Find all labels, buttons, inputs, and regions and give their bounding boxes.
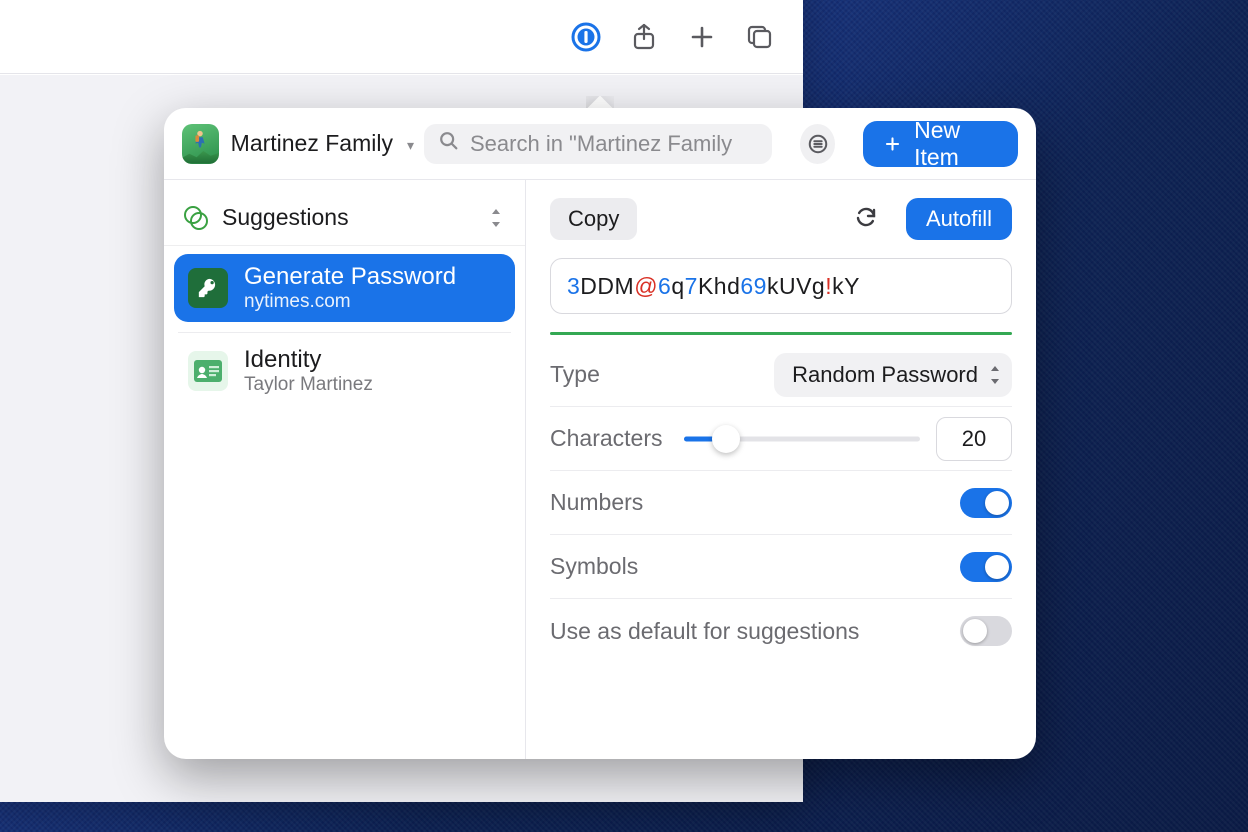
regenerate-button[interactable] [854,205,878,234]
setting-type: Type Random Password [550,343,1012,407]
tabs-overview-icon[interactable] [745,22,775,52]
setting-symbols: Symbols [550,535,1012,599]
new-item-label: New Item [914,117,998,171]
popup-header: Martinez Family ▾ Search in "Martinez Fa… [164,108,1036,180]
list-separator [178,332,511,333]
list-item-identity[interactable]: Identity Taylor Martinez [174,337,515,405]
numbers-toggle[interactable] [960,488,1012,518]
categories-button[interactable] [800,124,835,164]
numbers-label: Numbers [550,489,960,516]
browser-toolbar [0,0,803,74]
search-input[interactable]: Search in "Martinez Family [424,124,772,164]
new-item-button[interactable]: New Item [863,121,1018,167]
type-label: Type [550,361,774,388]
list-item-generate-password[interactable]: Generate Password nytimes.com [174,254,515,322]
toolbar-divider [0,73,803,74]
identity-icon [188,351,228,391]
chevron-down-icon: ▾ [407,137,414,154]
setting-default: Use as default for suggestions [550,599,1012,663]
default-toggle[interactable] [960,616,1012,646]
setting-numbers: Numbers [550,471,1012,535]
copy-button[interactable]: Copy [550,198,637,240]
characters-slider[interactable] [684,429,920,449]
characters-count[interactable]: 20 [936,417,1012,461]
password-actions: Copy Autofill [550,198,1012,240]
share-icon[interactable] [629,22,659,52]
search-placeholder: Search in "Martinez Family [470,131,732,157]
onepassword-popup: Martinez Family ▾ Search in "Martinez Fa… [164,108,1036,759]
copy-label: Copy [568,206,619,232]
vault-name: Martinez Family [231,130,393,157]
password-type-select[interactable]: Random Password [774,353,1012,397]
updown-icon [988,366,1002,384]
suggestions-toggle[interactable]: Suggestions [164,190,525,246]
left-column: Suggestions Generate Password nytimes.co… [164,180,526,759]
suggestions-label: Suggestions [222,204,349,231]
characters-label: Characters [550,425,684,452]
key-icon [188,268,228,308]
setting-characters: Characters 20 [550,407,1012,471]
generated-password[interactable]: 3DDM@6q7Khd69kUVg!kY [550,258,1012,314]
item-title: Identity [244,346,373,374]
suggestion-list: Generate Password nytimes.com Identity T… [164,246,525,405]
suggestions-icon [184,206,208,230]
symbols-toggle[interactable] [960,552,1012,582]
password-strength-bar [550,332,1012,335]
right-column: Copy Autofill 3DDM@6q7Khd69kUVg!kY Type … [526,180,1036,759]
vault-avatar [182,124,219,164]
item-title: Generate Password [244,263,456,291]
new-tab-icon[interactable] [687,22,717,52]
default-label: Use as default for suggestions [550,618,960,645]
vault-selector[interactable]: Martinez Family ▾ [182,124,414,164]
onepassword-extension-icon[interactable] [571,22,601,52]
updown-icon [489,209,503,227]
autofill-label: Autofill [926,206,992,232]
symbols-label: Symbols [550,553,960,580]
item-subtitle: nytimes.com [244,291,456,313]
autofill-button[interactable]: Autofill [906,198,1012,240]
search-icon [438,130,460,157]
item-subtitle: Taylor Martinez [244,374,373,396]
type-value: Random Password [792,362,978,388]
